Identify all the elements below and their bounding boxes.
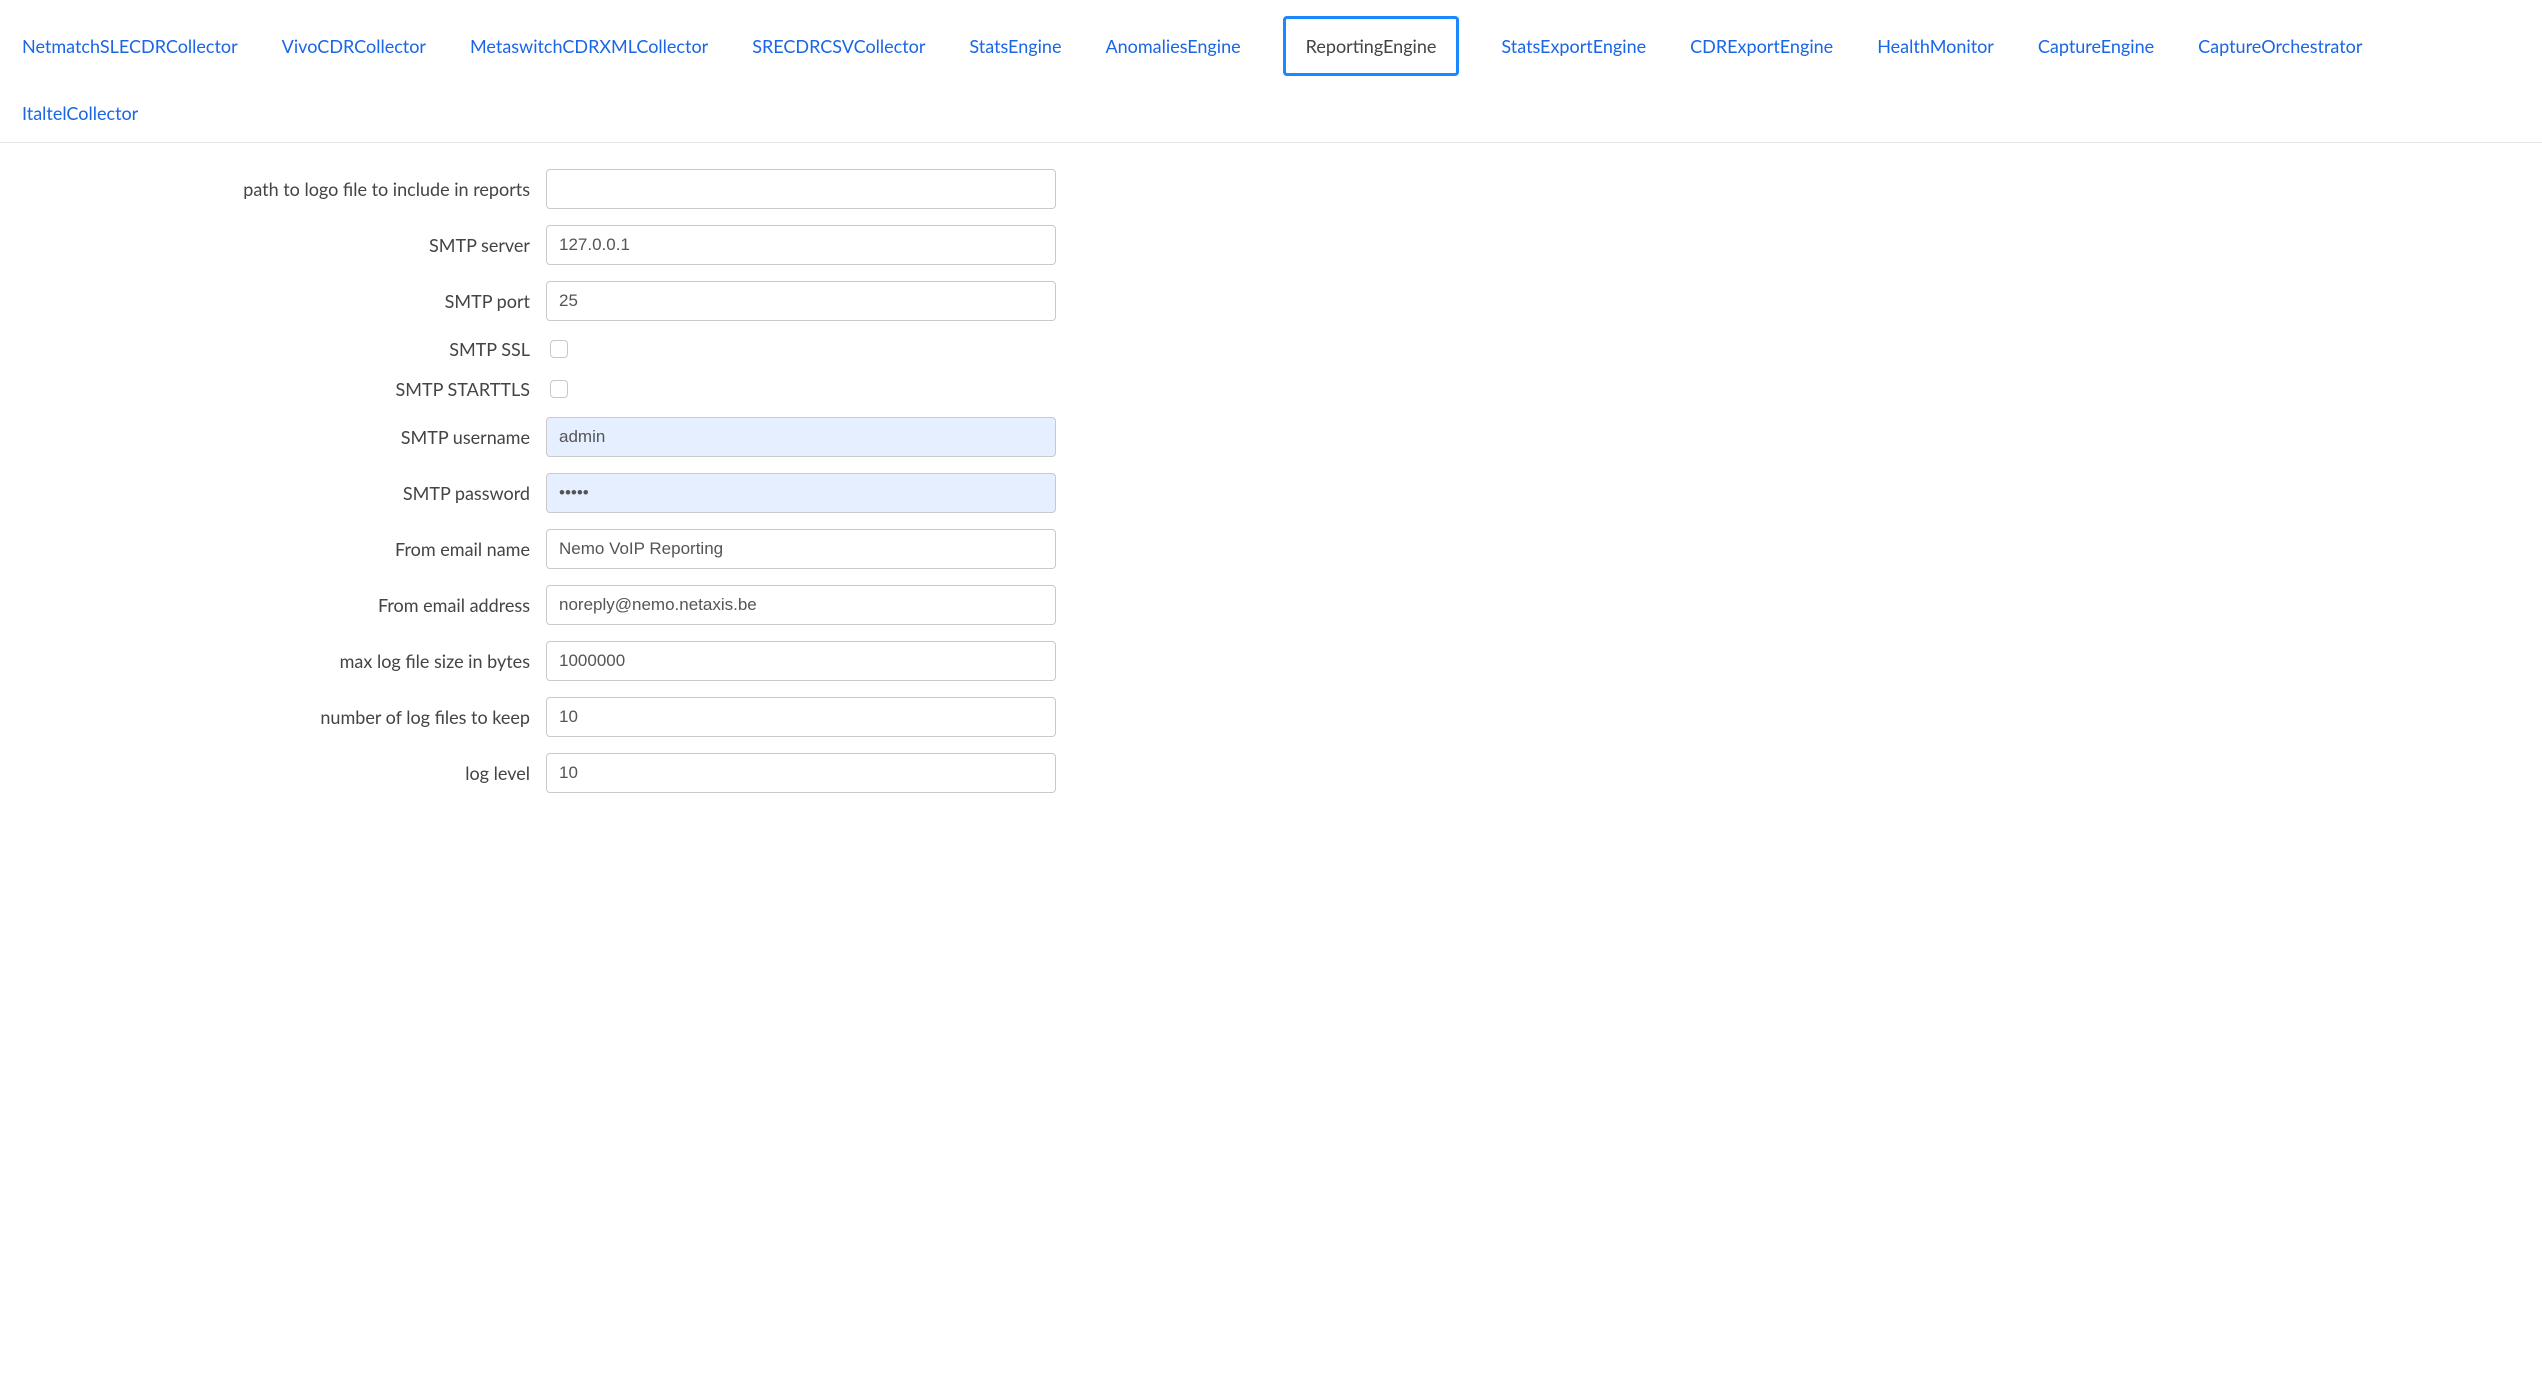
label-smtp-starttls: SMTP STARTTLS [0, 378, 546, 400]
input-log-files-keep[interactable] [546, 697, 1056, 737]
row-smtp-ssl: SMTP SSL [0, 329, 2542, 369]
row-max-log-size: max log file size in bytes [0, 633, 2542, 689]
row-smtp-starttls: SMTP STARTTLS [0, 369, 2542, 409]
tab-bar: NetmatchSLECDRCollector VivoCDRCollector… [0, 0, 2542, 143]
input-from-email-name[interactable] [546, 529, 1056, 569]
tab-vivocdrcollector[interactable]: VivoCDRCollector [280, 29, 428, 63]
tab-captureorchestrator[interactable]: CaptureOrchestrator [2196, 29, 2364, 63]
tab-italtelcollector[interactable]: ItaltelCollector [20, 96, 140, 130]
label-log-level: log level [0, 762, 546, 784]
row-log-level: log level [0, 745, 2542, 801]
label-smtp-server: SMTP server [0, 234, 546, 256]
label-logo-path: path to logo file to include in reports [0, 178, 546, 200]
checkbox-smtp-starttls[interactable] [550, 380, 568, 398]
input-smtp-server[interactable] [546, 225, 1056, 265]
label-from-email-name: From email name [0, 538, 546, 560]
label-smtp-ssl: SMTP SSL [0, 338, 546, 360]
tab-statsengine[interactable]: StatsEngine [967, 29, 1063, 63]
row-logo-path: path to logo file to include in reports [0, 161, 2542, 217]
tab-srecdrcsvcollector[interactable]: SRECDRCSVCollector [750, 29, 927, 63]
input-logo-path[interactable] [546, 169, 1056, 209]
input-smtp-port[interactable] [546, 281, 1056, 321]
tab-statsexportengine[interactable]: StatsExportEngine [1499, 29, 1648, 63]
row-smtp-username: SMTP username [0, 409, 2542, 465]
label-smtp-password: SMTP password [0, 482, 546, 504]
tab-reportingengine[interactable]: ReportingEngine [1283, 16, 1460, 76]
tab-netmatchslecdrcollector[interactable]: NetmatchSLECDRCollector [20, 29, 240, 63]
row-smtp-password: SMTP password [0, 465, 2542, 521]
input-from-email-address[interactable] [546, 585, 1056, 625]
label-max-log-size: max log file size in bytes [0, 650, 546, 672]
row-from-email-address: From email address [0, 577, 2542, 633]
row-log-files-keep: number of log files to keep [0, 689, 2542, 745]
tab-anomaliesengine[interactable]: AnomaliesEngine [1103, 29, 1242, 63]
input-max-log-size[interactable] [546, 641, 1056, 681]
row-smtp-port: SMTP port [0, 273, 2542, 329]
label-from-email-address: From email address [0, 594, 546, 616]
label-log-files-keep: number of log files to keep [0, 706, 546, 728]
row-smtp-server: SMTP server [0, 217, 2542, 273]
input-log-level[interactable] [546, 753, 1056, 793]
tab-metaswitchcdrxmlcollector[interactable]: MetaswitchCDRXMLCollector [468, 29, 710, 63]
settings-form: path to logo file to include in reports … [0, 143, 2542, 801]
checkbox-smtp-ssl[interactable] [550, 340, 568, 358]
label-smtp-username: SMTP username [0, 426, 546, 448]
tab-cdrexportengine[interactable]: CDRExportEngine [1688, 29, 1835, 63]
input-smtp-username[interactable] [546, 417, 1056, 457]
tab-captureengine[interactable]: CaptureEngine [2036, 29, 2156, 63]
input-smtp-password[interactable] [546, 473, 1056, 513]
row-from-email-name: From email name [0, 521, 2542, 577]
label-smtp-port: SMTP port [0, 290, 546, 312]
tab-healthmonitor[interactable]: HealthMonitor [1875, 29, 1996, 63]
